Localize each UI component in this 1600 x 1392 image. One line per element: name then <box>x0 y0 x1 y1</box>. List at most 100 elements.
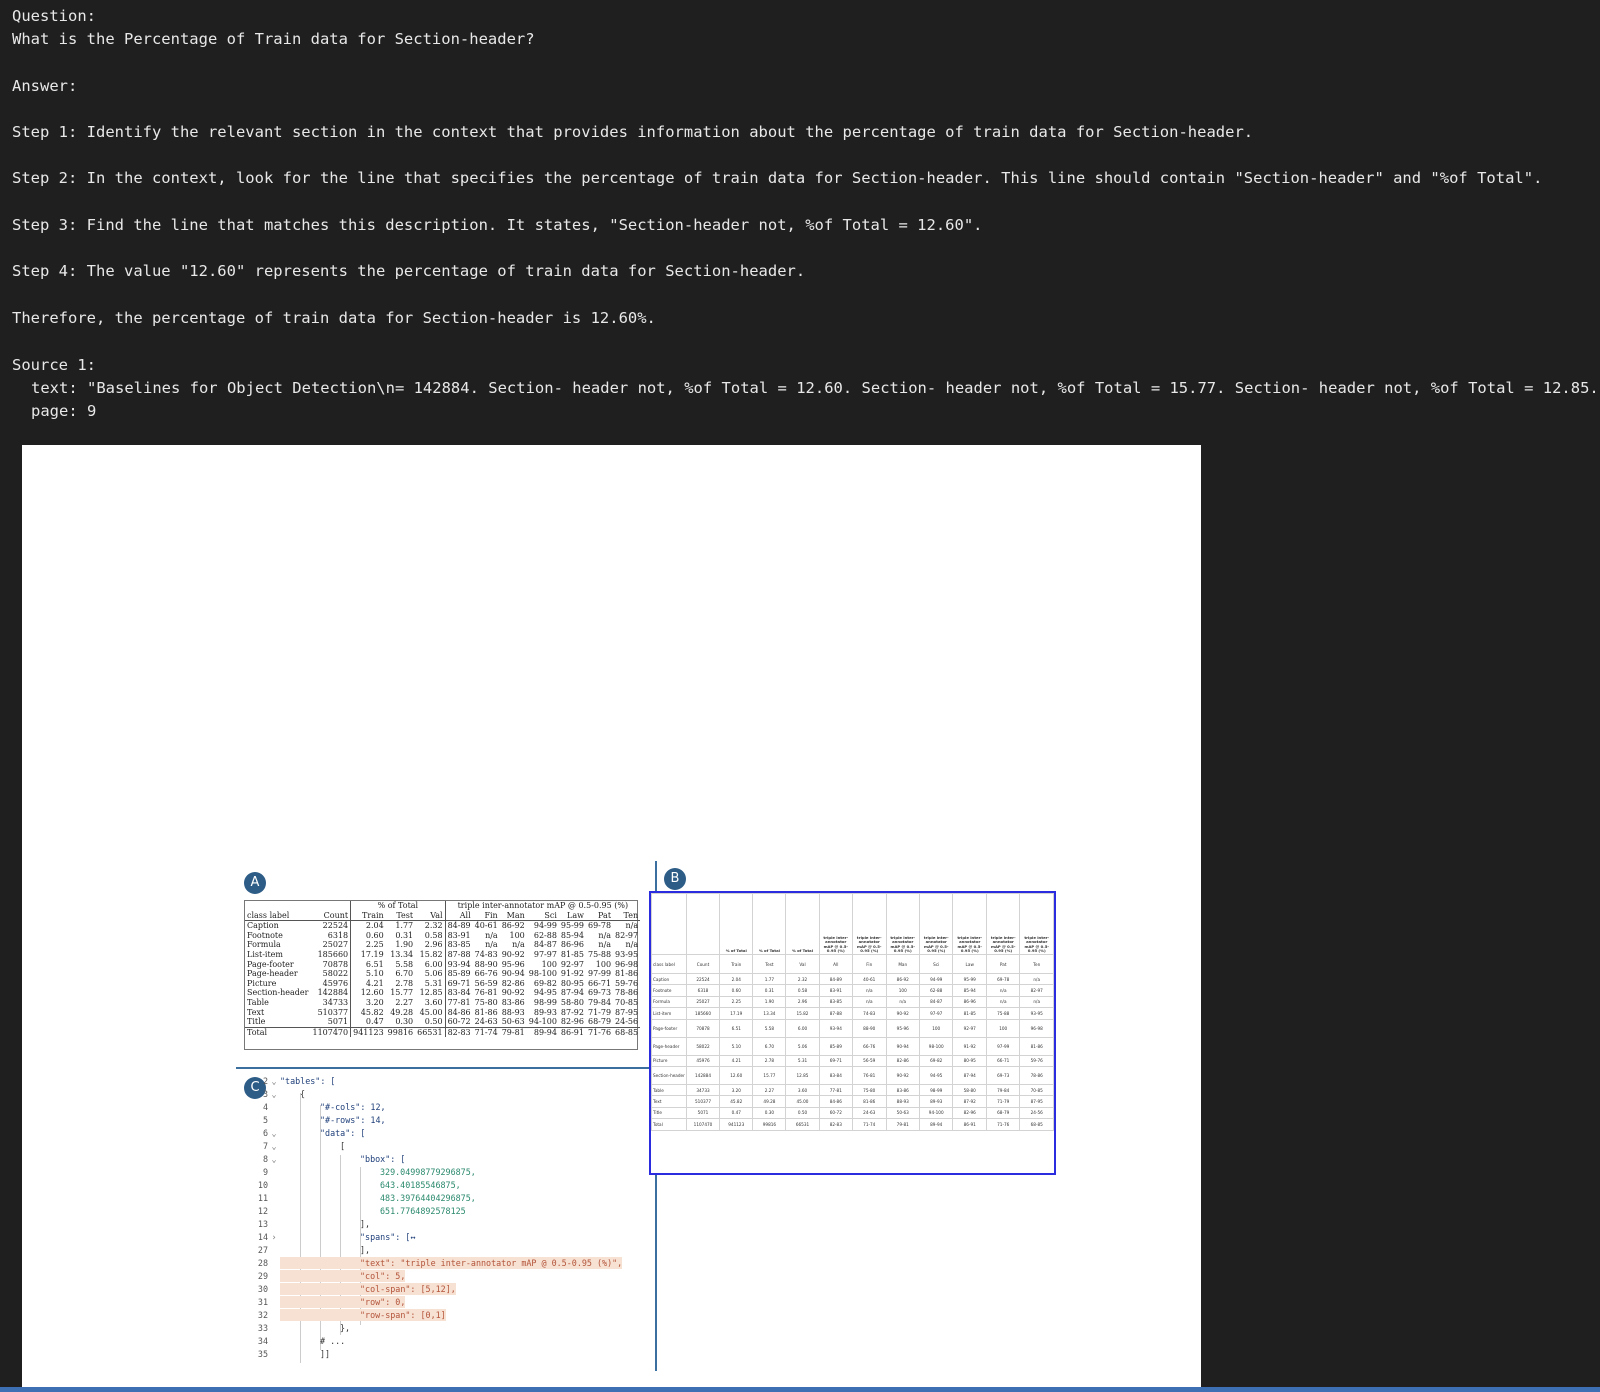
table-cell: n/a <box>512 940 525 950</box>
grid-cell: 5.31 <box>785 1054 820 1067</box>
table-cell: 5.06 <box>424 969 443 979</box>
table-cell: 12.85 <box>419 988 443 998</box>
grid-cell: 82-96 <box>952 1106 987 1120</box>
panel-a-badge: A <box>244 872 266 894</box>
grid-cell: 100 <box>918 1018 954 1038</box>
pct-total-group-header: % of Total <box>350 901 446 911</box>
grid-cell: n/a <box>1019 972 1054 986</box>
panel-c-json-code: 2 ⌄ "tables": [3 ⌄{4 "#-cols": 12, 5 "#-rows":… <box>238 1075 648 1375</box>
table-row: Picture 45976 4.21 2.78 5.31 69-71 56-59 82-86 6… <box>245 978 640 989</box>
grid-cell: 70-85 <box>1019 1083 1054 1097</box>
grid-cell: 88-90 <box>852 1018 887 1038</box>
grid-cell: 93-95 <box>1019 1007 1054 1020</box>
table-cell: 82-97 <box>615 930 639 940</box>
grid-cell: 74-83 <box>852 1007 887 1020</box>
code-text: "#-rows": 14, <box>320 1115 386 1125</box>
code-text: "col-span": [5,12], <box>280 1283 456 1295</box>
table-cell: 66-71 <box>587 978 612 988</box>
grid-cell: % of Total <box>752 893 787 955</box>
grid-cell: Section-header <box>651 1065 687 1085</box>
grid-cell: triple inter-annotator mAP @ 0.5-0.95 (%… <box>985 893 1021 955</box>
grid-cell: 6318 <box>685 984 721 997</box>
table-cell: 3.20 <box>350 997 386 1008</box>
grid-cell: n/a <box>985 995 1021 1009</box>
grid-cell: 69-73 <box>985 1065 1021 1085</box>
table-cell: 6.70 <box>395 969 414 979</box>
grid-cell: 87-92 <box>952 1095 987 1108</box>
table-cell: 87-88 <box>444 949 473 960</box>
grid-cell: 79-81 <box>885 1118 920 1131</box>
grid-cell: 83-91 <box>818 984 854 997</box>
grid-cell: 95-96 <box>885 1018 920 1038</box>
fold-chevron-icon[interactable]: ⌄ <box>268 1153 280 1165</box>
table-cell: 89-93 <box>533 1007 557 1017</box>
grid-cell: 2.25 <box>719 995 754 1009</box>
fold-chevron-icon[interactable]: ⌄ <box>268 1075 280 1087</box>
table-cell: 95-96 <box>501 959 525 969</box>
table-cell: 59-76 <box>615 978 639 988</box>
grid-cell: 58022 <box>685 1036 721 1056</box>
table-cell: Text <box>247 1007 265 1017</box>
column-header: Ten <box>613 910 641 922</box>
grid-cell: 0.30 <box>752 1106 787 1120</box>
table-row: Text 510377 45.82 49.28 45.00 84-86 81-86 88-93… <box>245 1007 640 1018</box>
grid-cell: 56-59 <box>852 1054 887 1067</box>
table-cell: 62-88 <box>533 930 557 940</box>
grid-cell: 2.27 <box>752 1083 787 1097</box>
source-text: text: "Baselines for Object Detection\n=… <box>31 379 1599 397</box>
grid-cell: % of Total <box>785 893 820 955</box>
predicted-table-grid: % of Total% of Total% of Total triple int… <box>651 893 1054 1131</box>
grid-cell: 5.58 <box>752 1018 787 1038</box>
grid-cell: Test <box>752 954 787 974</box>
table-cell: 87-92 <box>560 1007 584 1017</box>
grid-cell: 81-86 <box>852 1095 887 1108</box>
line-number: 12 <box>257 1206 268 1216</box>
code-line: 6 ⌄ "data": [ <box>238 1127 365 1139</box>
table-cell: 1.77 <box>395 921 414 931</box>
column-header: class label <box>245 910 311 922</box>
grid-cell: triple inter-annotator mAP @ 0.5-0.95 (%… <box>918 893 954 955</box>
question-text: What is the Percentage of Train data for… <box>12 30 535 48</box>
code-line: 34 # ... <box>238 1335 345 1347</box>
table-cell: 69-82 <box>533 978 557 988</box>
fold-chevron-icon[interactable]: › <box>268 1231 280 1243</box>
grid-cell: 90-94 <box>885 1036 920 1056</box>
code-text: ]] <box>320 1349 331 1359</box>
fold-chevron-icon[interactable]: ⌄ <box>268 1127 280 1139</box>
table-cell: 88-90 <box>474 959 498 969</box>
grid-cell: 66531 <box>785 1118 820 1131</box>
table-cell: 15.82 <box>419 949 443 959</box>
grid-cell: 69-71 <box>818 1054 854 1067</box>
grid-cell: 2.04 <box>719 972 754 986</box>
grid-cell: 40-61 <box>852 972 887 986</box>
grid-cell: 6.70 <box>752 1036 787 1056</box>
fold-chevron-icon[interactable]: ⌄ <box>268 1140 280 1152</box>
grid-cell: 76-81 <box>852 1065 887 1085</box>
grid-cell: 77-81 <box>818 1083 854 1097</box>
table-cell: 1.90 <box>395 940 414 950</box>
grid-cell: 90-92 <box>885 1065 920 1085</box>
table-cell: 79-84 <box>587 997 612 1007</box>
table-cell: 5.10 <box>350 969 386 979</box>
code-text: "data": [ <box>320 1128 366 1138</box>
table-row: Page-header 58022 5.10 6.70 5.06 85-89 66-76 90… <box>245 969 640 979</box>
column-header: Val <box>415 910 446 922</box>
grid-cell: n/a <box>885 995 920 1009</box>
grid-cell: 6.00 <box>785 1018 820 1038</box>
line-number: 6 <box>262 1128 268 1138</box>
grid-cell: n/a <box>852 995 887 1009</box>
grid-cell: Val <box>785 954 820 974</box>
grid-cell: class label <box>651 954 687 974</box>
grid-cell: 1.90 <box>752 995 787 1009</box>
grid-cell: 100 <box>885 984 920 997</box>
table-cell: 0.31 <box>395 930 414 940</box>
column-header: Test <box>385 910 416 922</box>
table-cell: 77-81 <box>444 997 473 1008</box>
fold-chevron-icon[interactable]: ⌄ <box>268 1088 280 1100</box>
grid-cell: triple inter-annotator mAP @ 0.5-0.95 (%… <box>852 893 887 955</box>
grid-cell: 45.00 <box>785 1095 820 1108</box>
grid-cell: 2.32 <box>785 972 820 986</box>
grid-cell: 94-100 <box>918 1106 954 1120</box>
code-text: "row": 0, <box>280 1296 406 1308</box>
table-row: Formula 25027 2.25 1.90 2.96 83-85 n/a n/a 84-87… <box>245 940 640 950</box>
